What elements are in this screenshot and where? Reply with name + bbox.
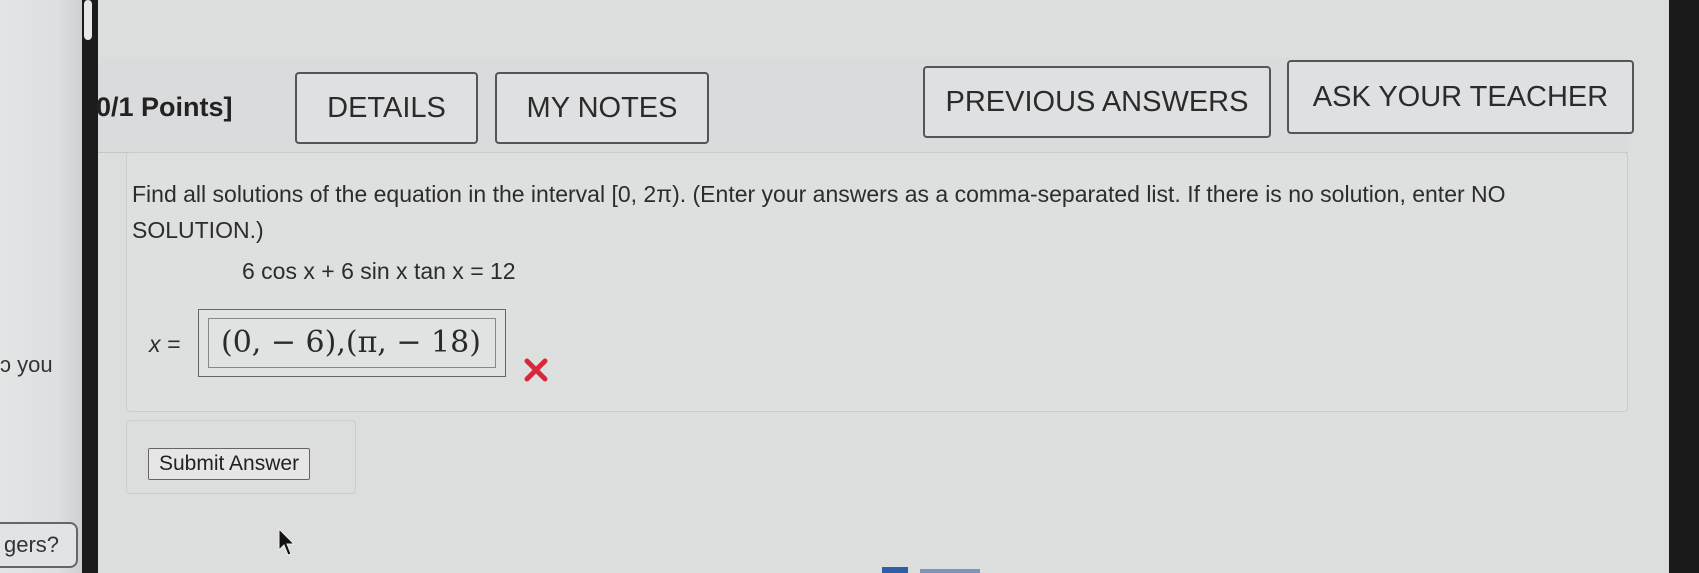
answer-input[interactable]: (0, − 6),(π, − 18) xyxy=(208,318,496,368)
scrollbar[interactable] xyxy=(82,0,98,573)
answer-field[interactable]: (0, − 6),(π, − 18) xyxy=(198,309,506,377)
scrollbar-thumb[interactable] xyxy=(84,0,92,40)
sidebar-help-button[interactable]: gers? xyxy=(0,522,78,568)
my-notes-button[interactable]: MY NOTES xyxy=(495,72,709,144)
left-panel xyxy=(0,0,82,573)
x-mark-icon xyxy=(524,358,548,382)
question-prompt: Find all solutions of the equation in th… xyxy=(132,181,1506,243)
mouse-pointer-icon xyxy=(278,528,296,556)
submit-answer-button[interactable]: Submit Answer xyxy=(148,448,311,480)
ask-your-teacher-button[interactable]: ASK YOUR TEACHER xyxy=(1287,60,1634,134)
sidebar-text-fragment: ɔ you xyxy=(0,352,53,377)
previous-answers-button[interactable]: PREVIOUS ANSWERS xyxy=(923,66,1271,138)
points-label: 0/1 Points] xyxy=(96,92,233,122)
equation: 6 cos x + 6 sin x tan x = 12 xyxy=(242,258,516,284)
answer-label: x = xyxy=(149,331,181,357)
bottom-toolbar-edge xyxy=(882,567,980,573)
right-bezel xyxy=(1669,0,1699,573)
details-button[interactable]: DETAILS xyxy=(295,72,478,144)
